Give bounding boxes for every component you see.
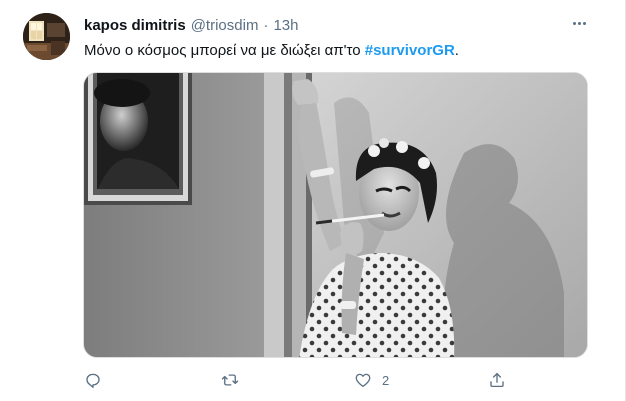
avatar[interactable]: [23, 13, 70, 60]
reply-icon: [84, 371, 102, 389]
author-name[interactable]: kapos dimitris: [84, 17, 186, 34]
tweet-text-body: Μόνο ο κόσμος μπορεί να με διώξει απ'το: [84, 42, 365, 59]
like-icon: [354, 371, 372, 389]
share-button[interactable]: [488, 368, 506, 392]
author-handle[interactable]: @triosdim: [191, 17, 259, 34]
separator-dot: ·: [263, 16, 269, 34]
reply-button[interactable]: [84, 368, 102, 392]
retweet-icon: [220, 371, 240, 389]
tweet-actions: 2: [84, 368, 514, 392]
hashtag-link[interactable]: #survivorGR: [365, 42, 455, 59]
tweet-card[interactable]: kapos dimitris @triosdim · 13h Μόνο ο κό…: [0, 0, 626, 401]
tweet-text: Μόνο ο κόσμος μπορεί να με διώξει απ'το …: [84, 41, 459, 61]
tweet-time[interactable]: 13h: [273, 17, 298, 34]
tweet-photo[interactable]: [83, 72, 588, 358]
tweet-header: kapos dimitris @triosdim · 13h: [84, 15, 298, 35]
like-button[interactable]: 2: [354, 368, 389, 392]
share-icon: [488, 371, 506, 389]
more-icon[interactable]: [568, 12, 590, 34]
tweet-text-end: .: [454, 42, 459, 59]
photo-image: [84, 73, 587, 357]
retweet-button[interactable]: [220, 368, 240, 392]
like-count: 2: [382, 372, 390, 388]
